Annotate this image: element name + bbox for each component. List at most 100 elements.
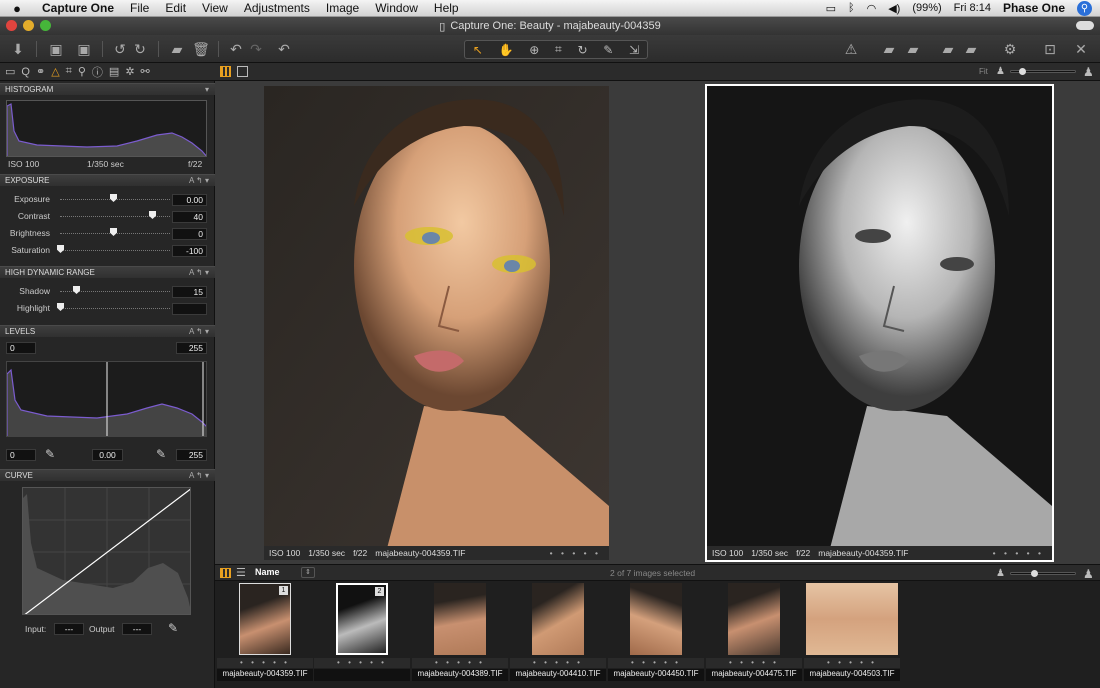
thumbnail-7[interactable]: • • • • • majabeauty-004503.TIF [804,582,900,682]
thumbnail-size-slider[interactable] [1010,570,1076,577]
apple-icon[interactable]: ● [0,1,34,16]
single-view-icon[interactable] [237,66,248,77]
menu-view[interactable]: View [194,1,236,15]
settings-icon[interactable]: ✲ [125,65,134,78]
exposure-icon[interactable]: △ [51,65,59,78]
curve-input-value[interactable]: --- [54,623,84,635]
highlight-slider[interactable] [60,308,170,309]
customize-tools-icon[interactable]: ✕ [1072,39,1090,59]
crop-icon[interactable]: ⌗ [66,65,72,78]
select-cursor-icon[interactable]: ↖ [473,43,483,57]
spotlight-search-icon[interactable]: ⚲ [1077,0,1092,16]
saturation-value[interactable]: -100 [172,245,207,257]
folder-icon[interactable]: ▭ [5,65,15,78]
histogram-header[interactable]: HISTOGRAM ▾ [0,83,215,95]
thumbnail-rating-5[interactable]: • • • • • [608,658,704,668]
pan-hand-icon[interactable]: ✋ [499,43,514,57]
clock[interactable]: Fri 8:14 [954,2,991,14]
viewer-zoom-slider[interactable] [1010,68,1076,75]
preferences-gear-icon[interactable]: ⚙ [1001,39,1019,59]
display-icon[interactable]: ▭ [826,2,836,15]
zoom-window-button[interactable] [40,20,51,31]
picker-tool-icon[interactable]: ✎ [603,43,613,57]
contrast-value[interactable]: 40 [172,211,207,223]
menu-app-name[interactable]: Capture One [34,1,122,15]
levels-controls[interactable]: A ↰ ▾ [189,326,209,338]
brightness-value[interactable]: 0 [172,228,207,240]
redo-icon[interactable]: ↷ [248,39,264,59]
levels-input-high[interactable]: 255 [176,342,207,354]
menu-help[interactable]: Help [426,1,467,15]
thumbnail-4[interactable]: • • • • • majabeauty-004410.TIF [510,582,606,682]
sort-by-label[interactable]: Name [255,567,280,577]
thumbnail-rating-6[interactable]: • • • • • [706,658,802,668]
full-screen-icon[interactable]: ⊡ [1041,39,1059,59]
curve-controls[interactable]: A ↰ ▾ [189,470,209,482]
exposure-header[interactable]: EXPOSURE A ↰ ▾ [0,174,215,186]
list-view-icon[interactable]: ☰ [236,566,246,579]
info-icon[interactable]: ⓘ [92,64,103,80]
curve-editor[interactable] [22,487,191,615]
menu-adjustments[interactable]: Adjustments [236,1,318,15]
search-icon[interactable]: Q [21,66,30,78]
thumbnail-rating-4[interactable]: • • • • • [510,658,606,668]
zoom-tool-icon[interactable]: ⊕ [529,43,539,57]
thumbnail-rating-1[interactable]: • • • • • [217,658,313,668]
volume-icon[interactable]: ◀) [888,2,900,15]
brightness-slider-knob[interactable] [110,228,117,236]
menu-image[interactable]: Image [318,1,367,15]
move-to-folder-icon[interactable]: ▰ [168,39,186,59]
saturation-slider[interactable] [60,250,170,251]
battery-status[interactable]: (99%) [912,2,941,14]
thumbnail-rating-3[interactable]: • • • • • [412,658,508,668]
curve-header[interactable]: CURVE A ↰ ▾ [0,469,215,481]
reset-icon[interactable]: ↶ [275,39,293,59]
copy-adjustments-icon[interactable]: ⇲ [629,43,639,57]
highlight-value[interactable] [172,303,207,315]
shadow-value[interactable]: 15 [172,286,207,298]
crop-tool-icon[interactable]: ⌗ [555,42,562,57]
collapse-arrow-icon[interactable]: ▾ [205,84,209,96]
viewer-image-left[interactable]: ISO 100 1/350 sec f/22 majabeauty-004359… [264,86,609,560]
levels-midtone[interactable]: 0.00 [92,449,123,461]
thumbnail-grid-icon[interactable] [220,568,231,578]
bluetooth-icon[interactable]: ᛒ [848,2,855,14]
shadow-picker-icon[interactable]: ✎ [45,447,55,461]
rotate-right-icon[interactable]: ↻ [132,39,148,59]
viewer-image-right[interactable]: ISO 100 1/350 sec f/22 majabeauty-004359… [705,84,1054,562]
color-balance-icon[interactable]: ⚭ [36,65,45,78]
exposure-slider-knob[interactable] [110,194,117,202]
capture-icon[interactable]: ▣ [46,39,66,59]
metadata-icon[interactable]: ▤ [109,65,119,78]
highlight-slider-knob[interactable] [57,303,64,311]
levels-input-low[interactable]: 0 [6,342,36,354]
rating-dots-right[interactable]: • • • • • [993,548,1052,558]
live-view-icon[interactable]: ▣ [74,39,94,59]
thumbnail-rating-7[interactable]: • • • • • [804,658,900,668]
focus-icon[interactable]: ⚲ [78,65,86,78]
rating-dots-left[interactable]: • • • • • [550,548,609,558]
levels-header[interactable]: LEVELS A ↰ ▾ [0,325,215,337]
contrast-slider-knob[interactable] [149,211,156,219]
thumbnail-5[interactable]: • • • • • majabeauty-004450.TIF [608,582,704,682]
minimize-window-button[interactable] [23,20,34,31]
saturation-slider-knob[interactable] [57,245,64,253]
menu-file[interactable]: File [122,1,157,15]
export-variants-icon[interactable]: ▰ [962,39,980,59]
exposure-value[interactable]: 0.00 [172,194,207,206]
levels-output-high[interactable]: 255 [176,449,207,461]
curve-picker-icon[interactable]: ✎ [168,621,178,635]
multi-view-icon[interactable] [220,66,231,77]
thumbnail-1[interactable]: 1 • • • • • majabeauty-004359.TIF [217,582,313,682]
rotate-tool-icon[interactable]: ↻ [578,43,588,57]
rotate-left-icon[interactable]: ↺ [112,39,128,59]
zoom-fit-label[interactable]: Fit [979,67,988,76]
menu-window[interactable]: Window [367,1,426,15]
thumbnail-rating-2[interactable]: • • • • • [314,658,410,668]
trash-icon[interactable]: 🗑 [192,39,210,59]
thumbnail-3[interactable]: • • • • • majabeauty-004389.TIF [412,582,508,682]
levels-histogram[interactable] [6,361,207,437]
menu-edit[interactable]: Edit [157,1,194,15]
hdr-controls[interactable]: A ↰ ▾ [189,267,209,279]
adjustments-icon[interactable]: ⚯ [141,65,150,78]
